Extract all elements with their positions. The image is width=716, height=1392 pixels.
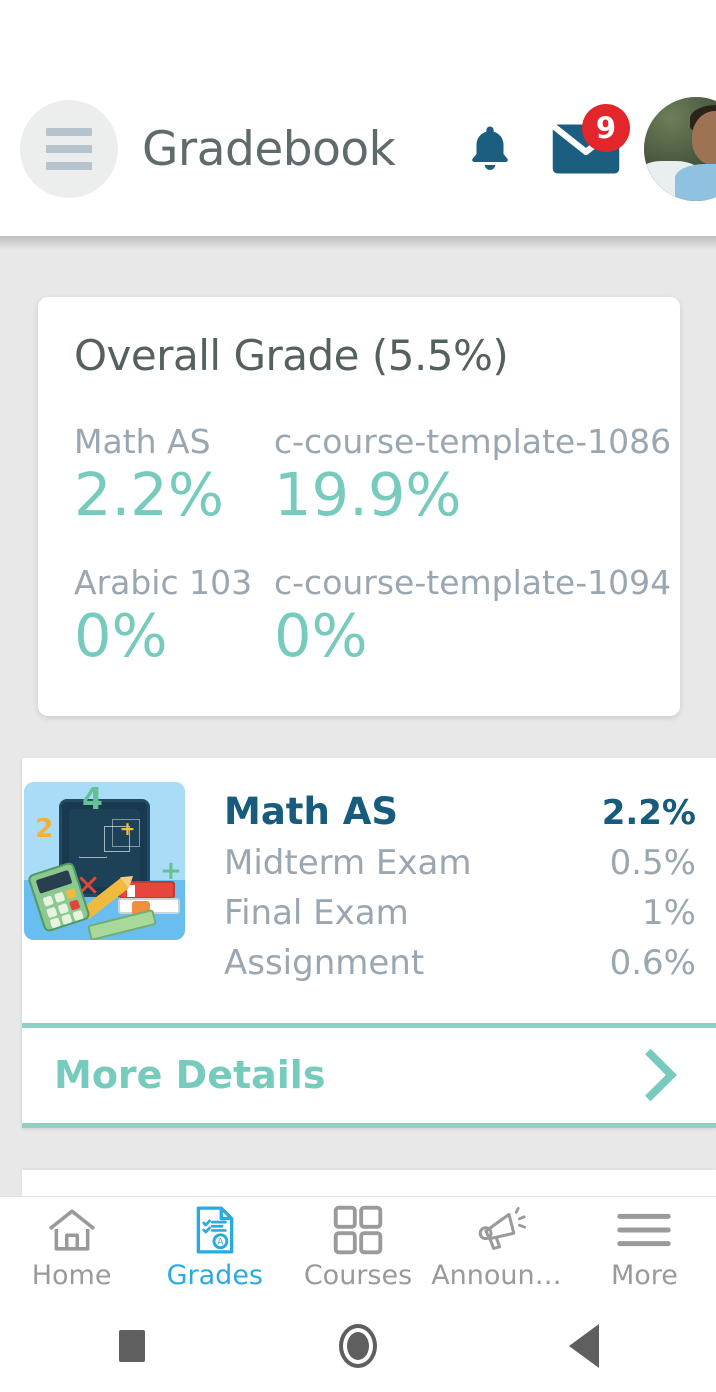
overall-course-value: 0% (74, 600, 168, 670)
notification-bell-button[interactable] (442, 100, 538, 198)
grade-item-row: Midterm Exam 0.5% (224, 843, 696, 883)
course-total-grade: 2.2% (601, 792, 696, 833)
app-bar: Gradebook 9 (0, 62, 716, 250)
status-bar (0, 0, 716, 62)
grade-item-value: 0.5% (609, 842, 696, 883)
thumbnail-digit-two: 2 (35, 814, 54, 845)
circle-home-icon[interactable] (318, 1306, 398, 1386)
nav-item-courses[interactable]: Courses (286, 1197, 429, 1300)
grade-item-row: Assignment 0.6% (224, 943, 696, 983)
thumbnail-green-plus: + (159, 855, 182, 886)
unread-badge: 9 (582, 104, 630, 152)
nav-label-more: More (610, 1260, 678, 1291)
grade-item-value: 1% (642, 892, 696, 933)
avatar-shirt (675, 163, 716, 201)
menu-line (46, 145, 92, 153)
menu-line (46, 128, 92, 136)
grade-item-label: Final Exam (224, 892, 409, 933)
overall-course-label: c-course-template-1086 (274, 422, 672, 461)
chalk-cone (79, 823, 105, 857)
nav-label-grades: Grades (166, 1260, 263, 1291)
more-details-label: More Details (54, 1053, 326, 1098)
triangle-back-icon[interactable] (544, 1306, 624, 1386)
calculator-key (46, 906, 58, 919)
course-header-row: Math AS 2.2% (224, 790, 696, 833)
calculator-key (57, 903, 70, 915)
hamburger-menu-icon[interactable] (20, 100, 118, 198)
square-recents-icon[interactable] (92, 1306, 172, 1386)
chalk-plus-sign: + (119, 817, 136, 840)
calculator-key (69, 899, 81, 911)
grid-squares-icon (333, 1205, 383, 1255)
grade-item-row: Final Exam 1% (224, 893, 696, 933)
app-screen: Gradebook 9 Overall Grade (5.5%) Math AS… (0, 0, 716, 1392)
recents-square (119, 1330, 145, 1362)
grade-item-label: Midterm Exam (224, 842, 472, 883)
overall-course-label: Arabic 103 (74, 562, 253, 602)
nav-item-grades[interactable]: A Grades (143, 1197, 286, 1300)
home-circle (339, 1324, 377, 1368)
course-details: Math AS 2.2% Midterm Exam 0.5% Final Exa… (224, 782, 696, 983)
nav-label-announcements: Announce... (431, 1260, 571, 1291)
course-card[interactable]: + 2 4 + ✕ Math AS 2.2% Midterm Exam 0.5%… (22, 757, 716, 1128)
more-details-button[interactable]: More Details (22, 1022, 716, 1128)
course-card-body: + 2 4 + ✕ Math AS 2.2% Midterm Exam 0.5%… (22, 781, 716, 983)
android-system-navigation (0, 1300, 716, 1392)
app-bar-actions: 9 (442, 62, 716, 236)
menu-line (46, 162, 92, 170)
messages-button[interactable]: 9 (538, 100, 634, 198)
grade-item-value: 0.6% (609, 942, 696, 983)
svg-text:A: A (217, 1237, 223, 1247)
nav-item-announcements[interactable]: Announce... (430, 1197, 573, 1300)
graded-document-icon: A (193, 1206, 237, 1254)
page-title: Gradebook (142, 121, 396, 177)
notification-bell-icon (472, 126, 508, 170)
nav-item-home[interactable]: Home (0, 1197, 143, 1300)
thumbnail-digit-four: 4 (81, 781, 103, 817)
calculator-key (54, 891, 66, 904)
overall-course-value: 0% (274, 600, 368, 670)
next-course-card[interactable] (22, 1169, 716, 1196)
overall-course-label: c-course-template-1094 (274, 562, 672, 602)
calculator-key (65, 888, 77, 900)
overall-course-label: Math AS (74, 422, 211, 461)
overall-grade-grid: Math AS c-course-template-1086 2.2% 19.9… (74, 406, 680, 688)
home-icon (46, 1206, 98, 1254)
overall-grade-card: Overall Grade (5.5%) Math AS c-course-te… (38, 297, 680, 716)
calculator-key (49, 917, 62, 929)
calculator-key (61, 913, 73, 925)
calculator-key (42, 895, 55, 907)
bottom-navigation: Home A Grades Courses Announce More (0, 1196, 716, 1300)
back-triangle (569, 1324, 599, 1368)
overall-course-value: 19.9% (274, 460, 462, 529)
hamburger-menu-icon (616, 1206, 672, 1254)
megaphone-icon (474, 1206, 528, 1254)
grade-item-label: Assignment (224, 942, 425, 983)
nav-label-courses: Courses (303, 1260, 413, 1291)
course-name: Math AS (224, 789, 398, 833)
nav-label-home: Home (31, 1260, 112, 1291)
overall-grade-title: Overall Grade (5.5%) (74, 331, 509, 380)
overall-course-value: 2.2% (74, 460, 224, 529)
user-avatar[interactable] (644, 97, 716, 201)
chevron-right-icon (645, 1049, 677, 1102)
calculator-key (72, 909, 85, 922)
nav-item-more[interactable]: More (573, 1197, 716, 1300)
scroll-content[interactable]: Overall Grade (5.5%) Math AS c-course-te… (0, 236, 716, 1196)
math-course-thumbnail: + 2 4 + ✕ (24, 781, 185, 940)
